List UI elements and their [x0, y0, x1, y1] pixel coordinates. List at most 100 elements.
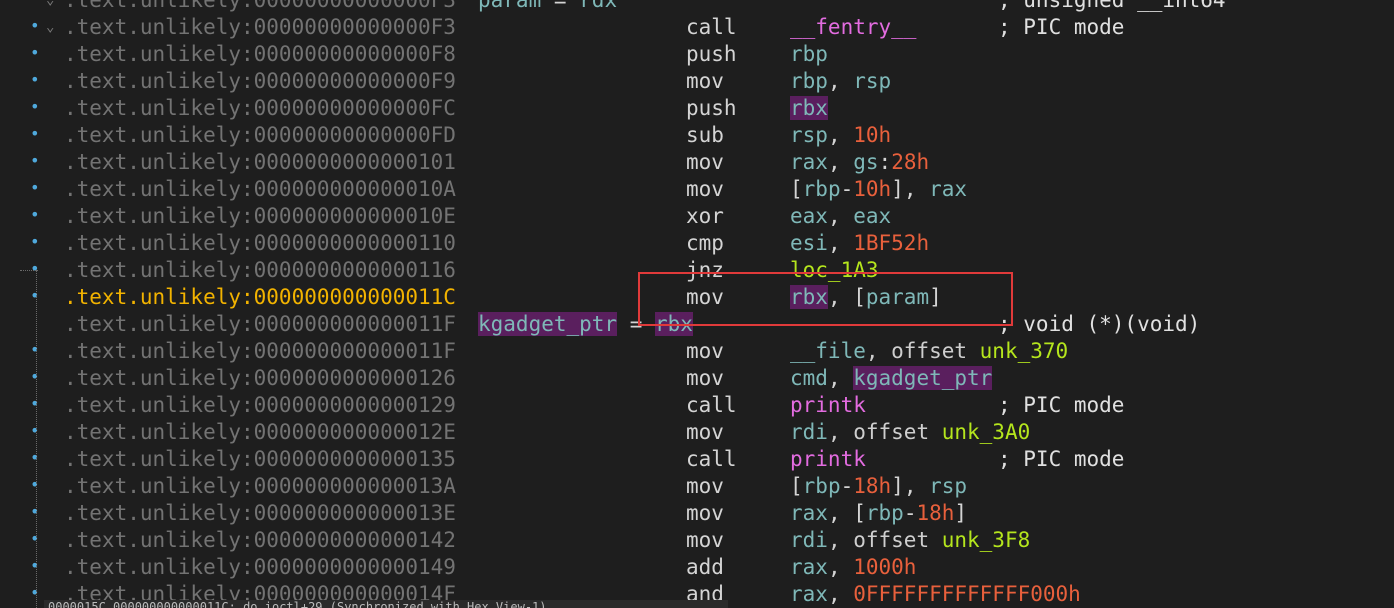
instruction-mnemonic[interactable]: mov — [686, 527, 724, 554]
listing-line[interactable]: .text.unlikely:000000000000011F kgadget_p… — [0, 311, 1394, 338]
listing-line[interactable]: • .text.unlikely:0000000000000142 mov rdi, … — [0, 527, 1394, 554]
listing-line[interactable]: • .text.unlikely:0000000000000129 call prin… — [0, 392, 1394, 419]
operand-token[interactable]: 1000h — [853, 555, 916, 579]
listing-line[interactable]: • .text.unlikely:00000000000000F8 push rbp — [0, 41, 1394, 68]
instruction-operands[interactable]: rdi, offset unk_3A0 — [790, 419, 1030, 446]
listing-line[interactable]: • .text.unlikely:00000000000000F9 mov rbp, … — [0, 68, 1394, 95]
operand-token[interactable]: __file — [790, 339, 866, 363]
instruction-operands[interactable]: __fentry__ — [790, 14, 916, 41]
operand-token[interactable]: rdi — [790, 528, 828, 552]
breakpoint-dot-icon[interactable]: • — [30, 288, 40, 304]
instruction-mnemonic[interactable]: cmp — [686, 230, 724, 257]
operand-token[interactable]: printk — [790, 393, 866, 417]
operand-token[interactable]: rsp — [929, 474, 967, 498]
operand-token[interactable]: rax — [790, 501, 828, 525]
instruction-mnemonic[interactable]: mov — [686, 149, 724, 176]
breakpoint-dot-icon[interactable]: • — [30, 423, 40, 439]
instruction-mnemonic[interactable]: mov — [686, 500, 724, 527]
operand-token[interactable]: 28h — [891, 150, 929, 174]
operand-token[interactable]: unk_3F8 — [942, 528, 1031, 552]
operand-token[interactable]: rax — [790, 150, 828, 174]
instruction-mnemonic[interactable]: mov — [686, 338, 724, 365]
instruction-mnemonic[interactable]: xor — [686, 203, 724, 230]
variable-alias[interactable]: kgadget_ptr = rbx — [478, 311, 693, 338]
instruction-operands[interactable]: cmd, kgadget_ptr — [790, 365, 993, 392]
breakpoint-dot-icon[interactable]: • — [30, 504, 40, 520]
instruction-mnemonic[interactable]: call — [686, 392, 737, 419]
gutter[interactable]: • — [0, 284, 46, 311]
instruction-operands[interactable]: printk — [790, 446, 866, 473]
breakpoint-dot-icon[interactable]: • — [30, 234, 40, 250]
breakpoint-dot-icon[interactable]: • — [30, 585, 40, 601]
operand-token[interactable]: rbx — [790, 96, 828, 120]
breakpoint-dot-icon[interactable]: • — [30, 369, 40, 385]
instruction-operands[interactable]: [rbp-18h], rsp — [790, 473, 967, 500]
gutter[interactable]: • — [0, 95, 46, 122]
instruction-mnemonic[interactable]: jnz — [686, 257, 724, 284]
breakpoint-dot-icon[interactable]: • — [30, 180, 40, 196]
breakpoint-dot-icon[interactable]: • — [30, 396, 40, 412]
listing-line[interactable]: • .text.unlikely:000000000000013E mov rax, … — [0, 500, 1394, 527]
gutter[interactable]: • — [0, 176, 46, 203]
breakpoint-dot-icon[interactable]: • — [30, 99, 40, 115]
listing-line[interactable]: • .text.unlikely:000000000000013A mov [rbp-… — [0, 473, 1394, 500]
operand-token[interactable]: 10h — [853, 177, 891, 201]
instruction-mnemonic[interactable]: mov — [686, 176, 724, 203]
instruction-operands[interactable]: rbx, [param] — [790, 284, 942, 311]
gutter[interactable]: • — [0, 527, 46, 554]
gutter[interactable]: • — [0, 149, 46, 176]
operand-token[interactable]: rbp — [790, 69, 828, 93]
operand-token[interactable]: kgadget_ptr — [853, 366, 993, 390]
operand-token[interactable]: 1BF52h — [853, 231, 929, 255]
instruction-mnemonic[interactable]: call — [686, 14, 737, 41]
operand-token[interactable]: param — [866, 285, 929, 309]
breakpoint-dot-icon[interactable]: • — [30, 558, 40, 574]
operand-token[interactable]: rbp — [803, 474, 841, 498]
gutter[interactable]: • — [0, 338, 46, 365]
instruction-operands[interactable]: [rbp-10h], rax — [790, 176, 967, 203]
operand-token[interactable]: unk_370 — [980, 339, 1069, 363]
instruction-mnemonic[interactable]: push — [686, 95, 737, 122]
operand-token[interactable]: rsp — [853, 69, 891, 93]
gutter[interactable]: • — [0, 446, 46, 473]
gutter[interactable]: • — [0, 365, 46, 392]
operand-token[interactable]: rbp — [866, 501, 904, 525]
instruction-operands[interactable]: printk — [790, 392, 866, 419]
breakpoint-dot-icon[interactable]: • — [30, 477, 40, 493]
operand-token[interactable]: printk — [790, 447, 866, 471]
operand-token[interactable]: rax — [790, 582, 828, 606]
instruction-mnemonic[interactable]: call — [686, 446, 737, 473]
operand-token[interactable]: rsp — [790, 123, 828, 147]
instruction-operands[interactable]: rbx — [790, 95, 828, 122]
listing-line[interactable]: • .text.unlikely:0000000000000149 add rax, … — [0, 554, 1394, 581]
operand-token[interactable]: esi — [790, 231, 828, 255]
instruction-operands[interactable]: rax, gs:28h — [790, 149, 929, 176]
instruction-operands[interactable]: loc_1A3 — [790, 257, 879, 284]
instruction-operands[interactable]: rax, 0FFFFFFFFFFFFF000h — [790, 581, 1081, 608]
gutter[interactable]: • — [0, 68, 46, 95]
operand-token[interactable]: rdi — [790, 420, 828, 444]
gutter[interactable]: • — [0, 419, 46, 446]
variable-alias[interactable]: param = rdx — [478, 0, 617, 14]
instruction-operands[interactable]: esi, 1BF52h — [790, 230, 929, 257]
operand-token[interactable]: 10h — [853, 123, 891, 147]
gutter[interactable]: • — [0, 14, 46, 41]
breakpoint-dot-icon[interactable]: • — [30, 45, 40, 61]
operand-token[interactable]: eax — [853, 204, 891, 228]
listing-line[interactable]: • .text.unlikely:000000000000011F mov __fil… — [0, 338, 1394, 365]
fold-chevron-icon[interactable]: ⌄ — [46, 14, 54, 41]
listing-line[interactable]: • .text.unlikely:0000000000000126 mov cmd, … — [0, 365, 1394, 392]
listing-line[interactable]: • .text.unlikely:000000000000010E xor eax, … — [0, 203, 1394, 230]
gutter[interactable]: • — [0, 230, 46, 257]
operand-token[interactable]: rbp — [790, 42, 828, 66]
gutter[interactable]: • — [0, 554, 46, 581]
listing-line[interactable]: • .text.unlikely:000000000000010A mov [rbp-… — [0, 176, 1394, 203]
instruction-operands[interactable]: rsp, 10h — [790, 122, 891, 149]
operand-token[interactable]: __fentry__ — [790, 15, 916, 39]
gutter[interactable]: • — [0, 473, 46, 500]
instruction-mnemonic[interactable]: sub — [686, 122, 724, 149]
operand-token[interactable]: loc_1A3 — [790, 258, 879, 282]
listing-line[interactable]: • .text.unlikely:0000000000000110 cmp esi, … — [0, 230, 1394, 257]
operand-token[interactable]: rax — [929, 177, 967, 201]
instruction-operands[interactable]: rax, [rbp-18h] — [790, 500, 967, 527]
